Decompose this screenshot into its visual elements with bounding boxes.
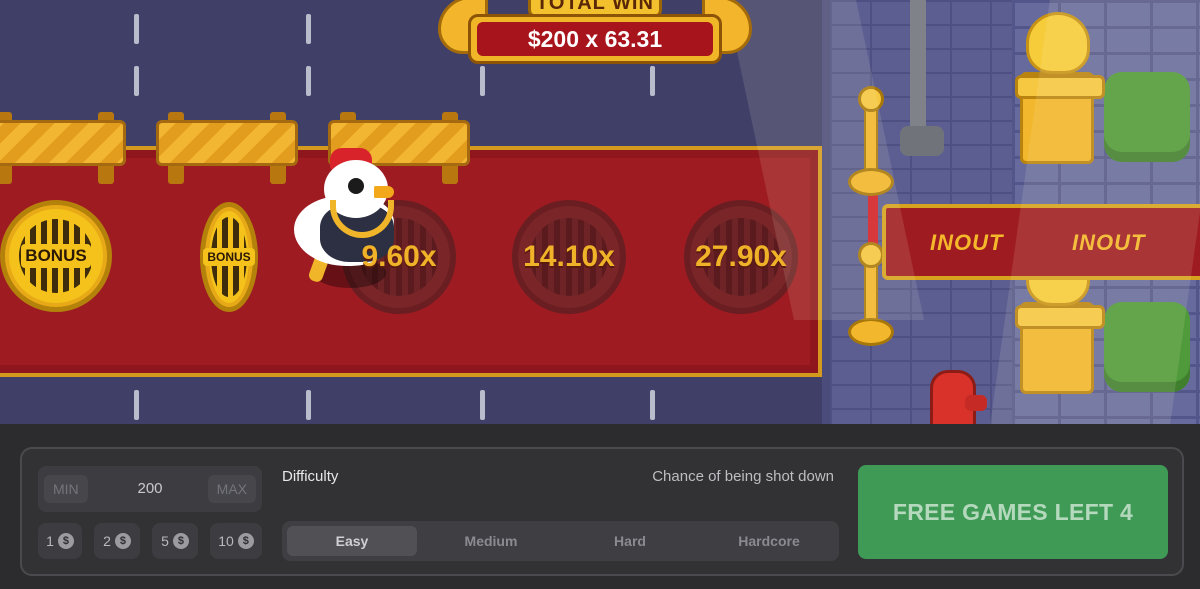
bonus-coin-tile: BONUS [0,200,112,312]
quick-bet-button[interactable]: 1 $ [38,523,82,559]
lane-marking [306,390,311,420]
bonus-coin-label: BONUS [21,244,91,268]
lane-marking [650,390,655,420]
bonus-coin-tile: BONUS [200,202,258,312]
dollar-icon: $ [114,533,131,549]
multiplier-value: 27.90x [695,240,787,273]
dollar-icon: $ [57,533,74,549]
dollar-icon: $ [237,533,254,549]
lane-marking [134,14,139,44]
multiplier-value: 14.10x [523,240,615,273]
lane-marking [306,14,311,44]
difficulty-option-hard[interactable]: Hard [565,526,695,556]
lane-marking [306,66,311,96]
game-scene: BONUS BONUS 9.60x 14.10x 27.90x INOUT IN… [0,0,1200,424]
bet-amount-input[interactable]: 200 [110,466,190,512]
dollar-icon: $ [172,533,189,549]
quick-bet-amount: 5 [161,533,169,549]
total-win-plate: $200 x 63.31 [468,14,722,64]
road-barrier [0,112,126,184]
multiplier-value: 9.60x [361,240,437,273]
street-pole-base [900,126,944,156]
difficulty-option-hardcore[interactable]: Hardcore [704,526,834,556]
quick-bet-amount: 1 [46,533,54,549]
play-button[interactable]: FREE GAMES LEFT 4 [858,465,1168,559]
inout-logo: INOUT [930,230,1004,255]
difficulty-selector: Easy Medium Hard Hardcore [282,521,839,561]
bonus-coin-label: BONUS [203,248,255,266]
total-win-value: $200 x 63.31 [477,22,713,56]
stanchion-base [848,318,894,346]
quick-bet-amount: 2 [103,533,111,549]
chance-label: Chance of being shot down [652,468,834,485]
road-barrier [156,112,298,184]
difficulty-option-easy[interactable]: Easy [287,526,417,556]
difficulty-label: Difficulty [282,468,339,485]
lane-marking [134,66,139,96]
fire-hydrant [930,370,987,424]
quick-bet-button[interactable]: 10 $ [210,523,262,559]
street-pole [910,0,926,130]
multiplier-tile[interactable]: 14.10x [512,200,626,314]
max-bet-button[interactable]: MAX [207,475,256,503]
quick-bet-amount: 10 [218,533,234,549]
min-bet-button[interactable]: MIN [44,475,88,503]
quick-bet-button[interactable]: 2 $ [94,523,140,559]
difficulty-option-medium[interactable]: Medium [426,526,556,556]
control-panel: MIN 200 MAX 1 $ 2 $ 5 $ 10 $ Difficulty … [20,447,1184,576]
lane-marking [134,390,139,420]
bet-amount-field: MIN 200 MAX [38,466,262,512]
total-win-banner: TOTAL WIN $200 x 63.31 [438,0,752,76]
lane-marking [480,390,485,420]
quick-bet-button[interactable]: 5 $ [152,523,198,559]
